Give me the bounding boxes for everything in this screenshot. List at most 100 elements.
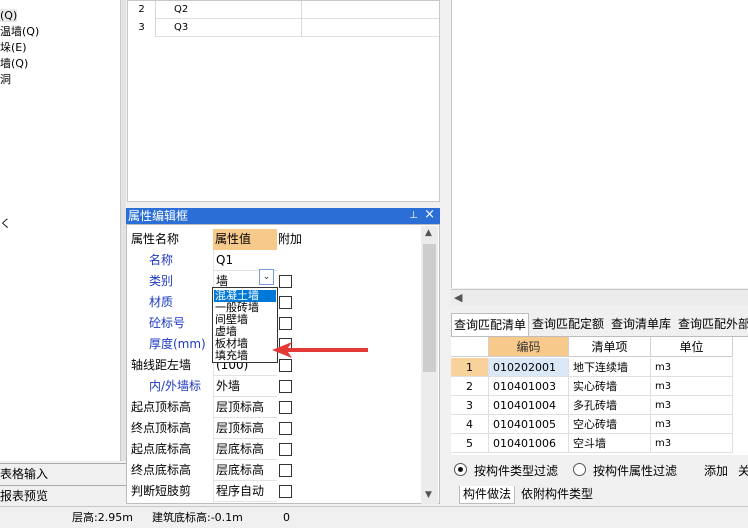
tab-query-match-quota[interactable]: 查询匹配定额 xyxy=(530,313,606,336)
header-extra: 附加 xyxy=(278,232,303,246)
table-row[interactable]: 1 010202001 地下连续墙 m3 xyxy=(451,358,748,377)
item-cell: 空心砖墙 xyxy=(569,415,651,434)
property-row[interactable]: 终点底标高 层底标高 xyxy=(127,460,307,481)
tree-item[interactable]: 垛(E) xyxy=(0,41,27,54)
code-cell: 010202001 xyxy=(489,358,569,377)
red-arrow-icon xyxy=(272,342,368,358)
radio-by-type[interactable] xyxy=(454,463,467,476)
property-value[interactable]: 程序自动 xyxy=(213,481,277,502)
chevron-down-icon[interactable]: ⌄ xyxy=(259,269,274,285)
extra-checkbox[interactable] xyxy=(279,464,292,477)
extra-checkbox[interactable] xyxy=(279,359,292,372)
property-label: 判断短肢剪 xyxy=(131,484,192,498)
status-floor-height: 层高:2.95m xyxy=(72,511,133,524)
tab-report-preview[interactable]: 报表预览 xyxy=(0,485,126,507)
extra-checkbox[interactable] xyxy=(279,422,292,435)
close-icon[interactable]: × xyxy=(424,207,435,223)
property-row[interactable]: 名称 Q1 xyxy=(127,250,307,271)
extra-checkbox[interactable] xyxy=(279,296,292,309)
table-row[interactable]: 4 010401005 空心砖墙 m3 xyxy=(451,415,748,434)
table-row[interactable]: 2 010401003 实心砖墙 m3 xyxy=(451,377,748,396)
tab-query-match-external[interactable]: 查询匹配外部 xyxy=(676,313,748,336)
table-row[interactable]: 5 010401006 空斗墙 m3 xyxy=(451,434,748,453)
component-list-table: 2 Q2 3 Q3 xyxy=(127,0,440,202)
tree-item[interactable]: 墙(Q) xyxy=(0,57,28,70)
row-number: 5 xyxy=(451,434,489,453)
tab-table-input[interactable]: 表格输入 xyxy=(0,463,126,485)
extra-checkbox[interactable] xyxy=(279,401,292,414)
extra-checkbox[interactable] xyxy=(279,443,292,456)
status-bar: 层高:2.95m 建筑底标高:-0.1m 0 xyxy=(0,506,748,527)
property-label: 终点底标高 xyxy=(131,463,192,477)
scroll-thumb[interactable] xyxy=(423,244,436,372)
status-base-elevation: 建筑底标高:-0.1m xyxy=(152,511,243,524)
property-scrollbar[interactable]: ▲ ▼ xyxy=(421,226,438,504)
table-row[interactable]: 3 010401004 多孔砖墙 m3 xyxy=(451,396,748,415)
property-row[interactable]: 终点顶标高 层顶标高 xyxy=(127,418,307,439)
extra-checkbox[interactable] xyxy=(279,380,292,393)
property-row[interactable]: 起点底标高 层底标高 xyxy=(127,439,307,460)
property-value[interactable]: 层顶标高 xyxy=(213,418,277,439)
extra-checkbox[interactable] xyxy=(279,275,292,288)
scroll-up-icon[interactable]: ▲ xyxy=(425,228,432,238)
extra-checkbox[interactable] xyxy=(279,485,292,498)
property-value[interactable]: 层底标高 xyxy=(213,460,277,481)
item-cell: 地下连续墙 xyxy=(569,358,651,377)
component-tree: (Q) 温墙(Q) 垛(E) 墙(Q) 洞 く xyxy=(0,0,120,461)
query-tabs: 查询匹配清单 查询匹配定额 查询清单库 查询匹配外部 xyxy=(451,313,748,336)
table-row[interactable]: 2 Q2 xyxy=(128,1,439,19)
unit-cell: m3 xyxy=(651,415,733,434)
close-button[interactable]: 关 xyxy=(738,462,748,479)
property-row[interactable]: 内/外墙标 外墙 xyxy=(127,376,307,397)
tab-component-method[interactable]: 构件做法 xyxy=(459,486,516,504)
tree-item[interactable]: く xyxy=(0,217,11,230)
category-dropdown-list[interactable]: 混凝土墙 一般砖墙 间壁墙 虚墙 板材墙 填充墙 xyxy=(212,287,278,363)
extra-checkbox[interactable] xyxy=(279,317,292,330)
tree-item[interactable]: 洞 xyxy=(0,73,11,86)
pin-icon[interactable]: ⊥ xyxy=(409,208,418,224)
header-property-name: 属性名称 xyxy=(131,232,180,246)
item-cell: 实心砖墙 xyxy=(569,377,651,396)
table-row[interactable]: 3 Q3 xyxy=(128,19,439,37)
item-cell: 多孔砖墙 xyxy=(569,396,651,415)
filter-by-attr-label: 按构件属性过滤 xyxy=(593,464,678,478)
property-value[interactable]: 层底标高 xyxy=(213,439,277,460)
unit-cell: m3 xyxy=(651,358,733,377)
add-button[interactable]: 添加 xyxy=(704,462,728,479)
tab-attached-type[interactable]: 依附构件类型 xyxy=(521,486,593,504)
header-corner xyxy=(451,337,489,357)
dropdown-option[interactable]: 填充墙 xyxy=(214,350,248,362)
tree-item[interactable]: (Q) xyxy=(0,9,18,22)
horizontal-scrollbar[interactable]: ◀ xyxy=(451,289,748,305)
radio-by-attr[interactable] xyxy=(573,463,586,476)
row-number: 2 xyxy=(451,377,489,396)
row-name: Q3 xyxy=(174,22,189,33)
filter-by-type-label: 按构件类型过滤 xyxy=(474,464,559,478)
tab-query-list-library[interactable]: 查询清单库 xyxy=(609,313,673,336)
property-row[interactable]: 起点顶标高 层顶标高 xyxy=(127,397,307,418)
header-unit: 单位 xyxy=(651,337,733,357)
row-number: 1 xyxy=(451,358,489,377)
property-value[interactable]: 外墙 xyxy=(213,376,277,397)
property-row[interactable]: 判断短肢剪 程序自动 xyxy=(127,481,307,502)
property-value[interactable]: 层顶标高 xyxy=(213,397,277,418)
unit-cell: m3 xyxy=(651,377,733,396)
property-label: 轴线距左墙 xyxy=(131,358,192,372)
tab-query-match-list[interactable]: 查询匹配清单 xyxy=(451,313,530,336)
header-code: 编码 xyxy=(489,337,569,357)
row-name: Q2 xyxy=(174,4,189,15)
header-property-value: 属性值 xyxy=(213,229,277,250)
code-cell: 010401004 xyxy=(489,396,569,415)
tree-item[interactable]: 温墙(Q) xyxy=(0,25,39,38)
status-extra: 0 xyxy=(283,511,290,524)
row-number: 3 xyxy=(451,396,489,415)
bill-items-grid: 编码 清单项 单位 1 010202001 地下连续墙 m3 2 010401003 实心砖… xyxy=(451,336,748,455)
property-label: 起点底标高 xyxy=(131,442,192,456)
code-cell: 010401005 xyxy=(489,415,569,434)
scroll-left-icon[interactable]: ◀ xyxy=(454,291,462,304)
scroll-down-icon[interactable]: ▼ xyxy=(425,490,432,500)
code-cell: 010401006 xyxy=(489,434,569,453)
code-cell: 010401003 xyxy=(489,377,569,396)
drawing-area[interactable] xyxy=(451,0,748,288)
property-value[interactable]: Q1 xyxy=(213,250,277,271)
